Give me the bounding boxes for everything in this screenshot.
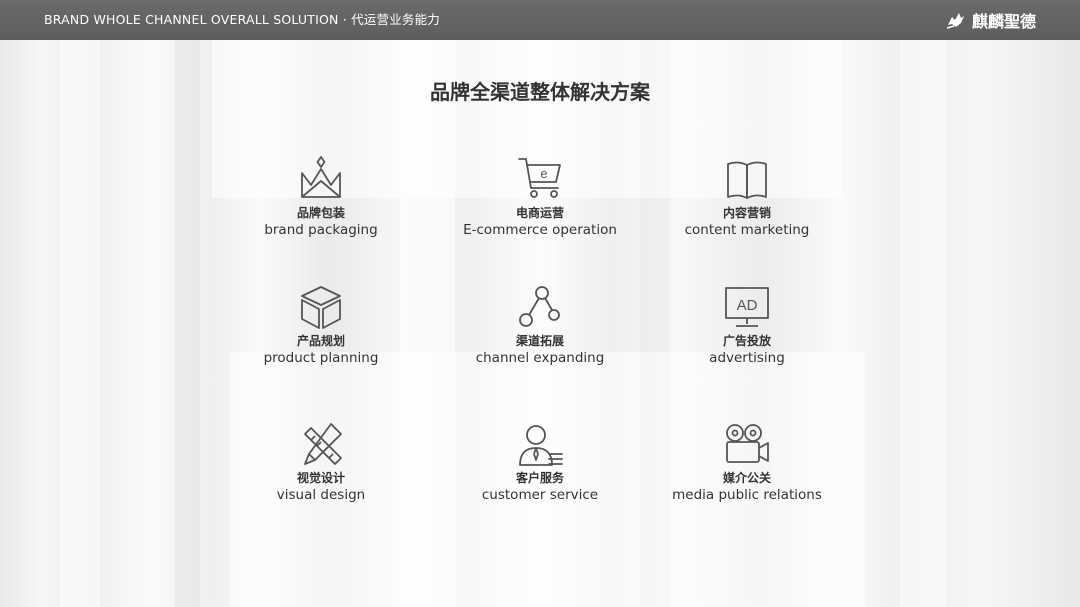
svg-text:e: e [540,166,547,181]
service-title-en: E-commerce operation [463,222,617,238]
service-title-en: visual design [276,487,366,503]
shopping-cart-icon: e [518,158,561,198]
brand-name: 麒麟聖德 [971,12,1036,31]
svg-text:AD: AD [737,297,758,314]
service-title-cn: 渠道拓展 [515,334,564,348]
service-item: AD 广告投放 advertising [632,283,862,367]
crown-icon [301,156,341,198]
service-title-cn: 品牌包装 [296,206,345,220]
header-tagline: BRAND WHOLE CHANNEL OVERALL SOLUTION · 代… [44,12,440,27]
box-icon [301,286,341,329]
service-title-en: brand packaging [264,222,378,238]
open-book-icon [727,161,767,199]
service-title-cn: 媒介公关 [722,471,771,485]
service-item: 视觉设计 visual design [206,420,436,504]
service-title-cn: 客户服务 [515,471,564,485]
service-title-en: customer service [481,487,599,503]
qilin-logo-icon [946,13,964,29]
service-title-en: content marketing [684,222,810,238]
service-item: e 电商运营 E-commerce operation [425,155,655,239]
service-item: 媒介公关 media public relations [632,420,862,504]
header-bar: BRAND WHOLE CHANNEL OVERALL SOLUTION · 代… [0,0,1080,40]
service-item: 客户服务 customer service [425,420,655,504]
service-title-en: product planning [263,350,379,366]
brand-logo: 麒麟聖德 [946,0,1036,40]
service-title-en: advertising [709,350,785,366]
service-person-icon [519,425,563,466]
service-item: 品牌包装 brand packaging [206,155,436,239]
service-item: 内容营销 content marketing [632,155,862,239]
service-title-en: media public relations [672,487,822,503]
pencil-ruler-icon [304,423,342,465]
network-nodes-icon [519,286,560,327]
service-item: 产品规划 product planning [206,283,436,367]
service-title-en: channel expanding [475,350,605,366]
service-title-cn: 产品规划 [296,334,345,348]
page-title: 品牌全渠道整体解决方案 [430,80,650,104]
service-title-cn: 电商运营 [515,206,564,220]
service-title-cn: 广告投放 [722,334,771,348]
service-item: 渠道拓展 channel expanding [425,283,655,367]
service-title-cn: 视觉设计 [296,471,345,485]
ad-screen-icon: AD [725,287,769,327]
service-title-cn: 内容营销 [722,206,771,220]
video-camera-icon [726,424,769,463]
